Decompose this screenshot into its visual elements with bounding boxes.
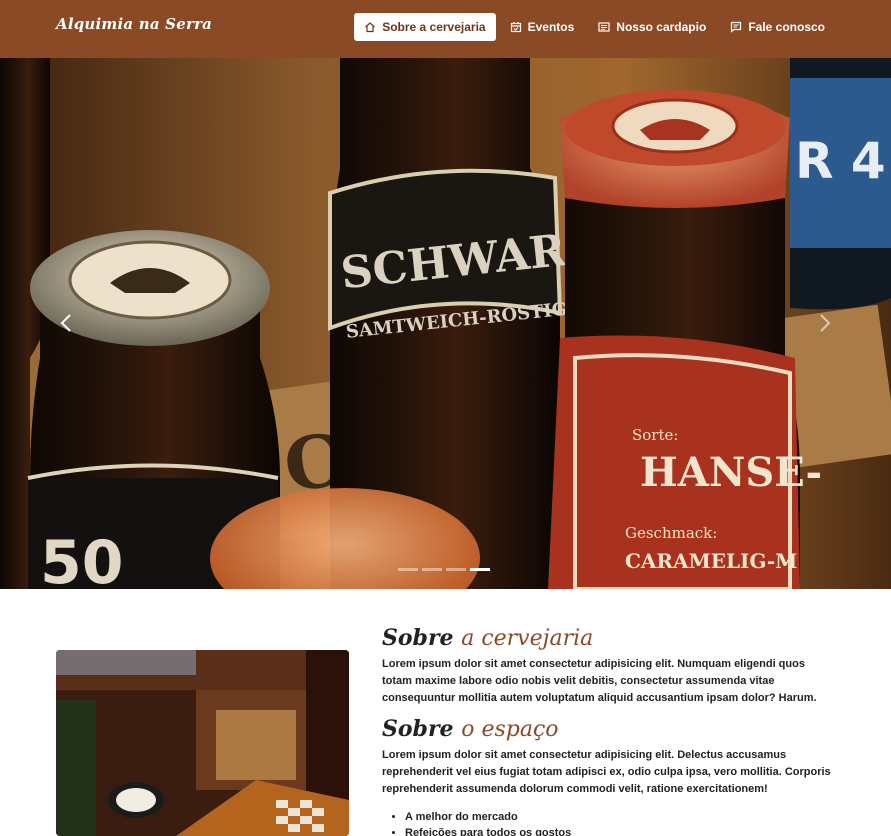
calendar-icon [510,22,521,33]
space-title-main: Sobre [382,716,454,742]
carousel-indicator[interactable] [446,568,466,571]
about-title-accent: a cervejaria [461,626,594,651]
carousel-indicator[interactable] [422,568,442,571]
chevron-right-icon [820,314,831,332]
carousel-indicators [398,568,490,571]
space-title: Sobre o espaço [382,716,559,742]
carousel-indicator-active[interactable] [470,568,490,571]
nav-item-eventos[interactable]: Eventos [500,13,585,41]
navbar: Alquimia na Serra Sobre a cervejaria Eve… [0,0,891,58]
nav-label: Fale conosco [748,20,825,34]
list-item: Refeições para todos os gostos [405,825,571,836]
carousel-next-button[interactable] [813,308,837,338]
nav-label: Sobre a cervejaria [382,20,486,34]
svg-text:Geschmack:: Geschmack: [625,524,717,542]
svg-text:R 4: R 4 [795,132,886,190]
about-title-main: Sobre [382,625,454,651]
space-title-accent: o espaço [461,717,559,742]
carousel-prev-button[interactable] [54,308,78,338]
nav-label: Nosso cardapio [616,20,707,34]
brewery-interior-photo [56,650,349,836]
carousel-indicator[interactable] [398,568,418,571]
chat-icon [731,21,742,33]
space-text: Lorem ipsum dolor sit amet consectetur a… [382,749,831,795]
home-icon [365,22,376,33]
svg-text:Sorte:: Sorte: [632,426,678,444]
list-item: A melhor do mercado [405,809,571,825]
about-text: Lorem ipsum dolor sit amet consectetur a… [382,658,817,704]
about-title: Sobre a cervejaria [382,625,593,651]
svg-text:CARAMELIG-M: CARAMELIG-M [625,549,797,573]
hero-image: CHAT SCHWARZ-B SAMTWEICH-RÖSTIG R 4 50 S… [0,58,891,589]
nav-item-cardapio[interactable]: Nosso cardapio [588,13,716,41]
menu-icon [598,22,610,32]
chevron-left-icon [60,314,71,332]
svg-text:50: 50 [40,528,124,589]
nav-label: Eventos [527,20,575,34]
nav-item-sobre[interactable]: Sobre a cervejaria [354,13,496,41]
svg-text:HANSE-: HANSE- [640,449,822,496]
hero-carousel: CHAT SCHWARZ-B SAMTWEICH-RÖSTIG R 4 50 S… [0,58,891,589]
main-nav: Sobre a cervejaria Eventos Nosso cardapi… [354,13,835,41]
features-list: A melhor do mercado Refeições para todos… [405,809,571,836]
nav-item-fale-conosco[interactable]: Fale conosco [720,13,835,41]
brand-logo[interactable]: Alquimia na Serra [56,15,212,33]
